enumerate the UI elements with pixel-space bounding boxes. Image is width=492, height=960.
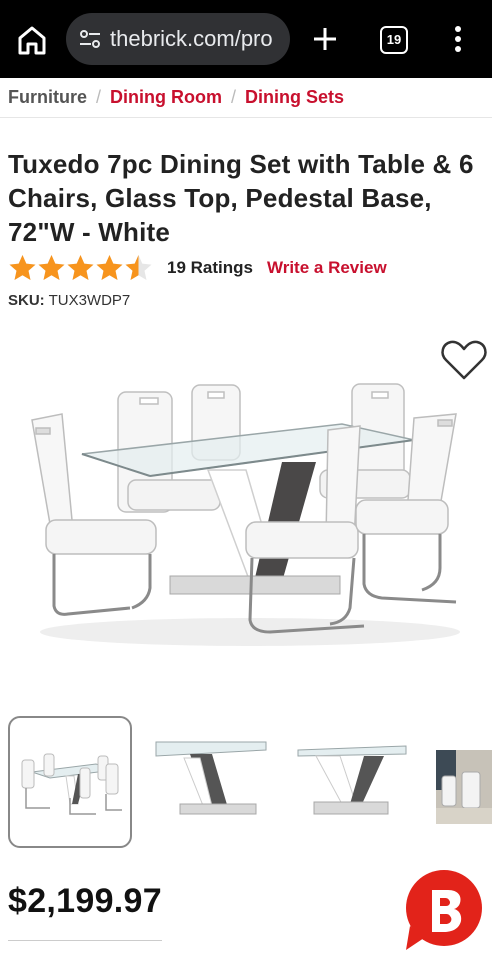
product-title: Tuxedo 7pc Dining Set with Table & 6 Cha…: [8, 149, 474, 247]
address-bar[interactable]: thebrick.com/pro: [66, 13, 290, 65]
site-settings-icon[interactable]: [78, 27, 102, 51]
ratings-count[interactable]: 19 Ratings: [167, 258, 253, 278]
star-full-icon: [9, 255, 36, 280]
chat-logo-icon[interactable]: [402, 868, 486, 952]
breadcrumb-furniture[interactable]: Furniture: [8, 87, 87, 108]
sku-value: TUX3WDP7: [48, 292, 131, 309]
new-tab-icon[interactable]: [308, 22, 342, 56]
thumbnail-4[interactable]: [436, 716, 492, 848]
tab-switcher-icon[interactable]: 19: [380, 26, 408, 54]
star-full-icon: [38, 255, 65, 280]
star-full-icon: [96, 255, 123, 280]
home-icon[interactable]: [14, 22, 50, 58]
thumbnail-2[interactable]: [150, 716, 274, 848]
write-review-link[interactable]: Write a Review: [267, 258, 387, 278]
url-text: thebrick.com/pro: [110, 26, 273, 51]
sku-label: SKU:: [8, 292, 45, 309]
breadcrumb-dining-room[interactable]: Dining Room: [110, 87, 222, 108]
browser-toolbar: thebrick.com/pro 19: [0, 0, 492, 78]
breadcrumb-dining-sets[interactable]: Dining Sets: [245, 87, 344, 108]
star-full-icon: [67, 255, 94, 280]
star-rating[interactable]: [8, 254, 153, 282]
price-divider: [8, 940, 162, 941]
sku: SKU: TUX3WDP7: [8, 292, 130, 309]
product-main-image[interactable]: [20, 370, 480, 660]
breadcrumb-separator: /: [231, 87, 237, 107]
thumbnail-3[interactable]: [292, 716, 416, 848]
breadcrumb: Furniture / Dining Room / Dining Sets: [0, 78, 492, 118]
product-price: $2,199.97: [8, 882, 162, 920]
overflow-menu-icon[interactable]: [448, 22, 468, 56]
star-half-icon: [125, 255, 152, 280]
rating-row: 19 Ratings Write a Review: [8, 252, 387, 284]
thumbnail-strip: [0, 712, 492, 852]
thumbnail-1[interactable]: [8, 716, 132, 848]
breadcrumb-separator: /: [96, 87, 102, 107]
